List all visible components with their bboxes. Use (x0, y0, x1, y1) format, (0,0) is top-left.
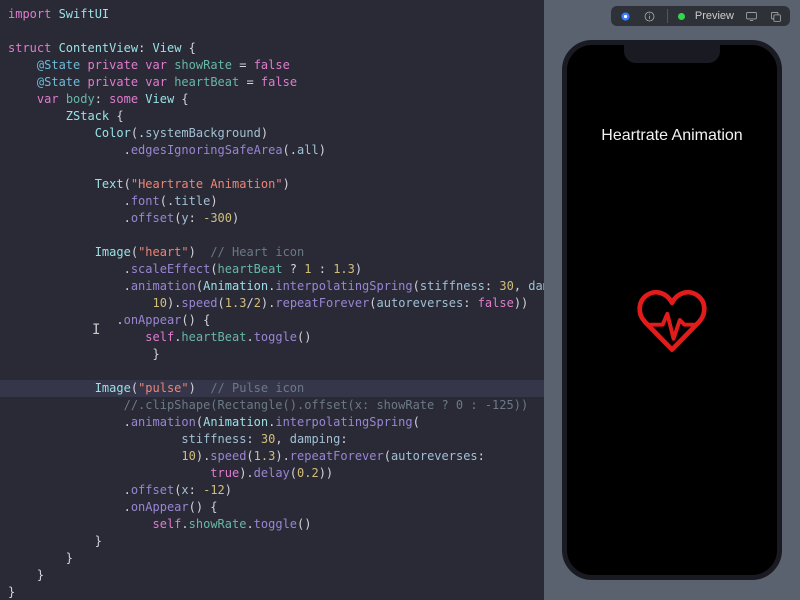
code-line[interactable] (0, 23, 544, 40)
code-line[interactable]: .animation(Animation.interpolatingSpring… (0, 278, 544, 295)
code-line[interactable]: .offset(x: -12) (0, 482, 544, 499)
code-line[interactable] (0, 363, 544, 380)
code-line[interactable]: stiffness: 30, damping: (0, 431, 544, 448)
code-line[interactable]: @State private var heartBeat = false (0, 74, 544, 91)
code-line[interactable]: Image("heart") // Heart icon (0, 244, 544, 261)
code-line[interactable]: } (0, 346, 544, 363)
code-line[interactable]: .offset(y: -300) (0, 210, 544, 227)
code-line[interactable]: //.clipShape(Rectangle().offset(x: showR… (0, 397, 544, 414)
code-line[interactable]: Color(.systemBackground) (0, 125, 544, 142)
code-line[interactable]: .onAppear() { (0, 499, 544, 516)
code-line[interactable]: self.showRate.toggle() (0, 516, 544, 533)
code-line[interactable]: } (0, 550, 544, 567)
code-line[interactable]: } (0, 584, 544, 600)
toolbar-separator (667, 9, 668, 23)
code-line[interactable]: 10).speed(1.3).repeatForever(autoreverse… (0, 448, 544, 465)
pin-icon[interactable] (619, 9, 633, 23)
code-line[interactable]: Text("Heartrate Animation") (0, 176, 544, 193)
preview-pane: Preview Heartrate Animation (544, 0, 800, 600)
code-line[interactable] (0, 227, 544, 244)
code-line[interactable]: } (0, 533, 544, 550)
text-cursor: I (92, 322, 93, 336)
code-line[interactable]: 10).speed(1.3/2).repeatForever(autorever… (0, 295, 544, 312)
preview-status-dot (678, 13, 685, 20)
code-line[interactable]: .animation(Animation.interpolatingSpring… (0, 414, 544, 431)
code-editor[interactable]: import SwiftUI struct ContentView: View … (0, 0, 544, 600)
info-icon[interactable] (643, 9, 657, 23)
code-line[interactable]: .scaleEffect(heartBeat ? 1 : 1.3) (0, 261, 544, 278)
heart-icon (633, 286, 711, 367)
preview-label[interactable]: Preview (695, 10, 734, 22)
code-line[interactable]: @State private var showRate = false (0, 57, 544, 74)
code-line[interactable]: } (0, 567, 544, 584)
code-line[interactable]: .onAppear() { (0, 312, 544, 329)
code-line[interactable] (0, 159, 544, 176)
code-line[interactable]: self.heartBeat.toggle() (0, 329, 544, 346)
device-icon[interactable] (744, 9, 758, 23)
code-line[interactable]: ZStack { (0, 108, 544, 125)
phone-notch (624, 45, 720, 63)
preview-toolbar: Preview (611, 6, 790, 26)
app-title-label: Heartrate Animation (567, 127, 777, 145)
code-line[interactable]: .font(.title) (0, 193, 544, 210)
code-line[interactable]: var body: some View { (0, 91, 544, 108)
code-line[interactable]: Image("pulse") // Pulse icon (0, 380, 544, 397)
code-line[interactable]: true).delay(0.2)) (0, 465, 544, 482)
code-line[interactable]: .edgesIgnoringSafeArea(.all) (0, 142, 544, 159)
code-line[interactable]: struct ContentView: View { (0, 40, 544, 57)
code-line[interactable]: import SwiftUI (0, 6, 544, 23)
duplicate-icon[interactable] (768, 9, 782, 23)
iphone-preview: Heartrate Animation (562, 40, 782, 580)
